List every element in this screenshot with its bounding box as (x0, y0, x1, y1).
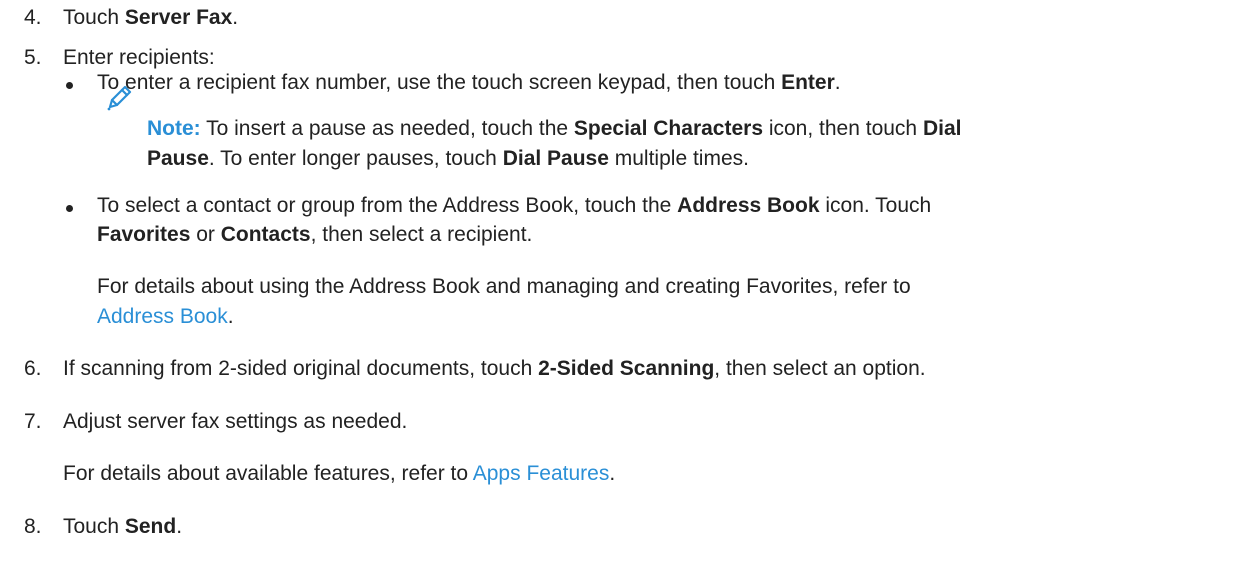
step-number: 4. (24, 6, 42, 29)
note-line-2: Pause. To enter longer pauses, touch Dia… (147, 147, 749, 170)
pencil-icon (107, 85, 132, 111)
address-book-details-line-2: Address Book. (97, 305, 234, 328)
address-book-details-line-1: For details about using the Address Book… (97, 275, 911, 298)
note-label: Note: (147, 117, 201, 140)
bullet-dot (66, 205, 73, 212)
step-number: 5. (24, 46, 42, 69)
step-text: Touch Send. (63, 515, 183, 538)
server-fax-label: Server Fax (124, 6, 233, 29)
address-book-link[interactable]: Address Book (97, 305, 228, 328)
apps-features-details: For details about available features, re… (63, 462, 616, 485)
step-text: Enter recipients: (63, 46, 215, 69)
step-number: 6. (24, 357, 42, 380)
bullet-text-address-book-line-2: Favorites or Contacts, then select a rec… (97, 223, 533, 246)
apps-features-link[interactable]: Apps Features (473, 462, 610, 485)
step-text: Adjust server fax settings as needed. (63, 410, 408, 433)
step-text: Touch Server Fax. (63, 6, 239, 29)
step-number: 8. (24, 515, 42, 538)
bullet-text-enter-fax: To enter a recipient fax number, use the… (97, 71, 841, 94)
bullet-dot (66, 82, 73, 89)
note-line-1: Note: To insert a pause as needed, touch… (147, 117, 962, 140)
step-text: If scanning from 2-sided original docume… (63, 357, 926, 380)
document-page: 4. Touch Server Fax. 5. Enter recipients… (0, 0, 1243, 569)
step-number: 7. (24, 410, 42, 433)
bullet-text-address-book-line-1: To select a contact or group from the Ad… (97, 194, 932, 217)
